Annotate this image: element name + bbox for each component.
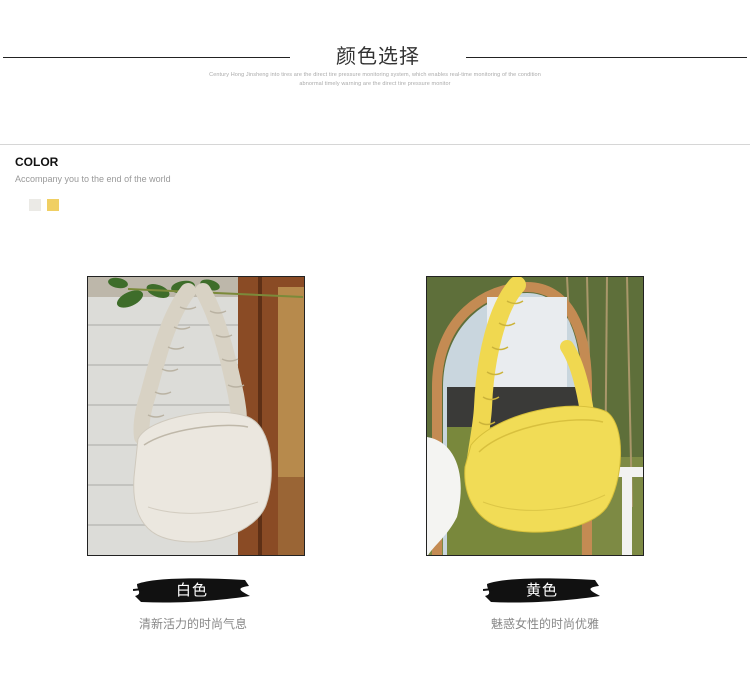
product-photo-white	[87, 276, 305, 556]
color-heading: COLOR	[15, 155, 59, 169]
color-label-badge-white: 白色	[133, 574, 251, 606]
color-label-yellow: 黄色	[525, 581, 558, 599]
color-tagline: Accompany you to the end of the world	[15, 174, 171, 184]
swatch-yellow[interactable]	[47, 199, 59, 211]
product-photo-yellow	[426, 276, 644, 556]
section-divider	[0, 144, 750, 145]
color-label-white: 白色	[175, 581, 208, 599]
product-caption-white: 清新活力的时尚气息	[138, 617, 247, 631]
color-label-badge-yellow: 黄色	[483, 574, 601, 606]
section-subtitle-line2: abnormal timely warning are the direct t…	[299, 81, 451, 87]
section-subtitle-line1: Century Hong Jinsheng into tires are the…	[209, 72, 541, 78]
header-rule-right	[466, 57, 747, 58]
header-rule-left	[3, 57, 290, 58]
section-title: 颜色选择	[336, 44, 420, 68]
product-caption-yellow: 魅惑女性的时尚优雅	[490, 617, 599, 631]
swatch-white[interactable]	[29, 199, 41, 211]
